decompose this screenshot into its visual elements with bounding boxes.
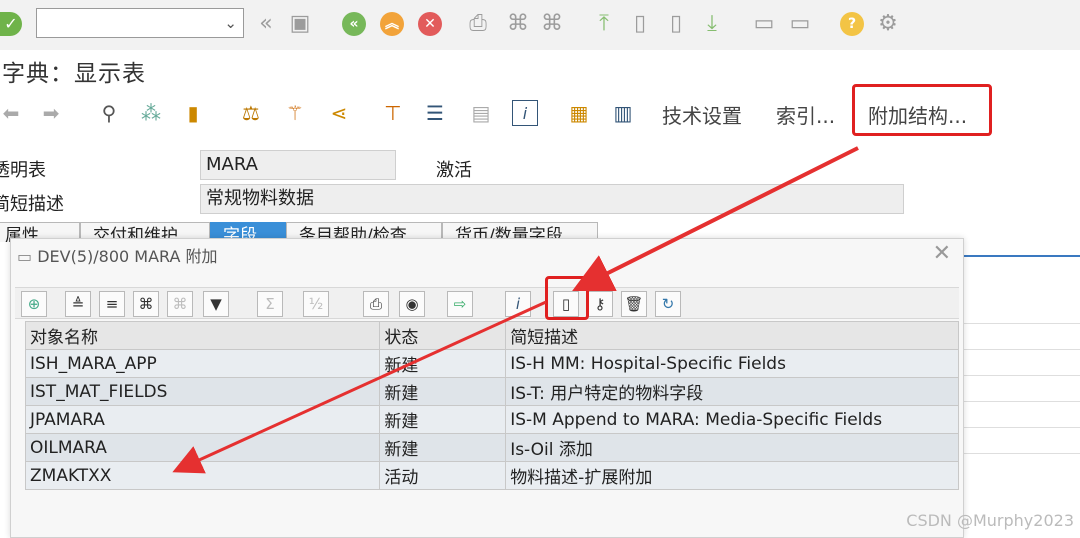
refresh-icon[interactable]: ↻ [655, 291, 681, 317]
enter-icon[interactable]: ✓ [0, 12, 22, 36]
sum-icon[interactable]: Σ [257, 291, 283, 317]
short-desc-label: 简短描述 [0, 194, 64, 215]
find-next-icon[interactable]: ⌘ [540, 12, 564, 36]
info-icon[interactable]: i [512, 100, 538, 126]
exit-icon[interactable]: ︽ [380, 12, 404, 36]
table-header-row: 对象名称 状态 简短描述 [24, 321, 959, 350]
cancel-icon[interactable]: ✕ [418, 12, 442, 36]
cell-status[interactable]: 新建 [379, 405, 507, 434]
back-circle-icon[interactable]: « [342, 12, 366, 36]
display-icon[interactable]: ⚷ [587, 291, 613, 317]
cell-desc[interactable]: IS-T: 用户特定的物料字段 [505, 377, 959, 406]
prev-page-icon[interactable]: ▯ [628, 12, 652, 36]
cell-name[interactable]: ISH_MARA_APP [24, 349, 381, 378]
table-row[interactable]: ZMAKTXX 活动 物料描述-扩展附加 [24, 461, 959, 490]
cell-status[interactable]: 活动 [379, 461, 507, 490]
settings-icon[interactable]: ⚙ [876, 12, 900, 36]
table-icon[interactable]: ▤ [468, 100, 494, 126]
export-icon[interactable]: ⇨ [447, 291, 473, 317]
find-icon[interactable]: ⌘ [133, 291, 159, 317]
cell-status[interactable]: 新建 [379, 377, 507, 406]
print-icon[interactable]: ⎙ [466, 12, 490, 36]
views-icon[interactable]: ◉ [399, 291, 425, 317]
check-icon[interactable]: ▮ [180, 100, 206, 126]
cell-name[interactable]: ZMAKTXX [24, 461, 381, 490]
cell-name[interactable]: OILMARA [24, 433, 381, 462]
append-popup: ▭ DEV(5)/800 MARA 附加 ✕ ⊕ ≜ ≡ ⌘ ⌘ ▼ Σ ½ ⎙… [10, 238, 964, 538]
grid-icon[interactable]: ▥ [610, 100, 636, 126]
details-icon[interactable]: ⊕ [21, 291, 47, 317]
short-desc-field[interactable]: 常规物料数据 [200, 184, 904, 214]
cell-desc[interactable]: 物料描述-扩展附加 [505, 461, 959, 490]
table-row[interactable]: JPAMARA 新建 IS-M Append to MARA: Media-Sp… [24, 405, 959, 434]
sort-ascending-icon[interactable]: ≜ [65, 291, 91, 317]
technical-settings-button[interactable]: 技术设置 [662, 100, 742, 129]
cell-desc[interactable]: IS-M Append to MARA: Media-Specific Fiel… [505, 405, 959, 434]
find-icon[interactable]: ⌘ [506, 12, 530, 36]
popup-toolbar: ⊕ ≜ ≡ ⌘ ⌘ ▼ Σ ½ ⎙ ◉ ⇨ i ▯ ⚷ 🗑 ↻ [15, 287, 959, 319]
sort-descending-icon[interactable]: ≡ [99, 291, 125, 317]
status-text: 激活 [436, 160, 472, 181]
object-list-icon[interactable]: ⋖ [326, 100, 352, 126]
background-field-grid [958, 298, 1080, 538]
column-header-desc[interactable]: 简短描述 [505, 321, 959, 350]
next-page-icon[interactable]: ▯ [664, 12, 688, 36]
cell-desc[interactable]: Is-Oil 添加 [505, 433, 959, 462]
last-page-icon[interactable]: ⤓ [700, 12, 724, 36]
tab-divider [960, 255, 1080, 257]
find-next-icon[interactable]: ⌘ [167, 291, 193, 317]
forward-arrow-icon[interactable]: ➡ [38, 100, 64, 126]
contents-icon[interactable]: ▦ [566, 100, 592, 126]
back-arrow-icon[interactable]: ⬅ [0, 100, 24, 126]
transparent-table-label: 透明表 [0, 160, 46, 181]
popup-title: ▭ DEV(5)/800 MARA 附加 [17, 247, 218, 266]
table-name-field[interactable]: MARA [200, 150, 396, 180]
table-row[interactable]: IST_MAT_FIELDS 新建 IS-T: 用户特定的物料字段 [24, 377, 959, 406]
hierarchy-icon[interactable]: ⊤ [380, 100, 406, 126]
display-change-icon[interactable]: ⚲ [96, 100, 122, 126]
cell-name[interactable]: IST_MAT_FIELDS [24, 377, 381, 406]
list-icon[interactable]: ☰ [422, 100, 448, 126]
close-icon[interactable]: ✕ [933, 241, 951, 266]
append-table: 对象名称 状态 简短描述 ISH_MARA_APP 新建 IS-H MM: Ho… [24, 321, 959, 490]
cell-status[interactable]: 新建 [379, 349, 507, 378]
help-icon[interactable]: ? [840, 12, 864, 36]
filter-icon[interactable]: ▼ [203, 291, 229, 317]
column-header-status[interactable]: 状态 [379, 321, 507, 350]
delete-icon[interactable]: 🗑 [621, 291, 647, 317]
table-row[interactable]: OILMARA 新建 Is-Oil 添加 [24, 433, 959, 462]
cell-desc[interactable]: IS-H MM: Hospital-Specific Fields [505, 349, 959, 378]
print-icon[interactable]: ⎙ [363, 291, 389, 317]
watermark: CSDN @Murphy2023 [906, 511, 1074, 530]
first-page-icon[interactable]: ⤒ [592, 12, 616, 36]
save-icon[interactable]: ▣ [288, 12, 312, 36]
create-new-highlight [545, 276, 589, 320]
page-title: 字典：显示表 [2, 61, 146, 87]
window-icon: ▭ [17, 247, 38, 266]
other-object-icon[interactable]: ⁂ [138, 100, 164, 126]
system-toolbar: ✓ ⌄ « ▣ « ︽ ✕ ⎙ ⌘ ⌘ ⤒ ▯ ▯ ⤓ ▭ ▭ ? ⚙ [0, 0, 1080, 50]
activate-icon[interactable]: ⚚ [282, 100, 308, 126]
back-double-icon[interactable]: « [254, 12, 278, 36]
chevron-down-icon[interactable]: ⌄ [224, 14, 237, 32]
column-header-name[interactable]: 对象名称 [24, 321, 381, 350]
where-used-icon[interactable]: ⚖ [238, 100, 264, 126]
command-field[interactable]: ⌄ [36, 8, 244, 38]
shortcut-icon[interactable]: ▭ [788, 12, 812, 36]
subtotal-icon[interactable]: ½ [303, 291, 329, 317]
indexes-button[interactable]: 索引... [776, 100, 835, 129]
new-session-icon[interactable]: ▭ [752, 12, 776, 36]
append-structure-highlight [852, 84, 992, 136]
cell-status[interactable]: 新建 [379, 433, 507, 462]
info-icon[interactable]: i [505, 291, 531, 317]
table-row[interactable]: ISH_MARA_APP 新建 IS-H MM: Hospital-Specif… [24, 349, 959, 378]
cell-name[interactable]: JPAMARA [24, 405, 381, 434]
